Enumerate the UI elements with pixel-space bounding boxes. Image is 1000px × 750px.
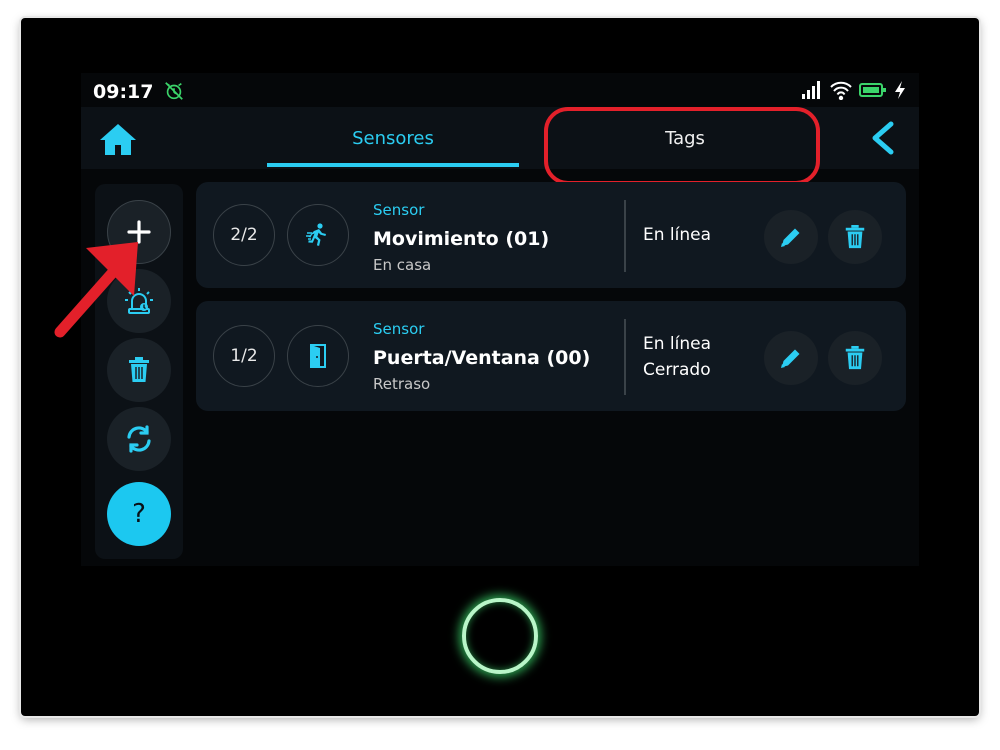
help-button[interactable]: ? [107, 482, 171, 546]
trash-icon [845, 346, 865, 370]
annotation-arrow-icon [54, 242, 138, 338]
pencil-icon [781, 228, 800, 247]
charging-icon [895, 81, 905, 99]
pencil-icon [781, 349, 800, 368]
sync-icon [127, 425, 151, 453]
edit-sensor-button[interactable] [764, 210, 818, 264]
sensor-mode: Retraso [373, 375, 431, 393]
top-navigation: Sensores Tags [81, 107, 919, 185]
card-divider [624, 200, 626, 272]
edit-sensor-button[interactable] [764, 331, 818, 385]
tab-sensores[interactable]: Sensores [267, 107, 519, 169]
annotation-highlight-box [544, 107, 820, 185]
sensor-type-badge [287, 325, 349, 387]
sensor-status-line: En línea [643, 225, 712, 245]
status-icons [801, 80, 907, 100]
door-icon [310, 344, 326, 368]
sensor-mode: En casa [373, 256, 432, 274]
sensor-kind-label: Sensor [373, 201, 425, 219]
status-time: 09:17 [93, 81, 154, 103]
sensor-count: 2/2 [213, 204, 275, 266]
sensor-status: En línea Cerrado [643, 331, 711, 383]
running-person-icon [306, 223, 326, 246]
status-bar: 09:17 [81, 73, 919, 107]
app-screen: 09:17 Sensores Tags ? 2/2 Sensor Movimie… [81, 73, 919, 566]
signal-icon [802, 81, 820, 99]
sensor-card[interactable]: 1/2 Sensor Puerta/Ventana (00) Retraso E… [196, 301, 906, 411]
sync-button[interactable] [107, 407, 171, 471]
delete-all-button[interactable] [107, 338, 171, 402]
sensor-status-line: En línea [643, 334, 712, 354]
delete-sensor-button[interactable] [828, 331, 882, 385]
sensor-card[interactable]: 2/2 Sensor Movimiento (01) En casa En lí… [196, 182, 906, 288]
sensor-count: 1/2 [213, 325, 275, 387]
sensor-name: Movimiento (01) [373, 228, 550, 250]
alarm-off-icon [165, 82, 183, 100]
home-icon[interactable] [98, 121, 138, 157]
battery-icon [859, 83, 886, 97]
home-hardware-button[interactable] [462, 598, 538, 674]
sensor-type-badge [287, 204, 349, 266]
back-chevron-icon[interactable] [869, 121, 899, 155]
card-divider [624, 319, 626, 395]
delete-sensor-button[interactable] [828, 210, 882, 264]
trash-icon [129, 357, 149, 382]
wifi-icon [830, 81, 852, 100]
sensor-name: Puerta/Ventana (00) [373, 347, 591, 369]
sensor-status: En línea [643, 222, 711, 248]
sensor-kind-label: Sensor [373, 320, 425, 338]
active-tab-indicator [267, 163, 519, 167]
trash-icon [845, 225, 865, 249]
sensor-state-line: Cerrado [643, 360, 711, 380]
